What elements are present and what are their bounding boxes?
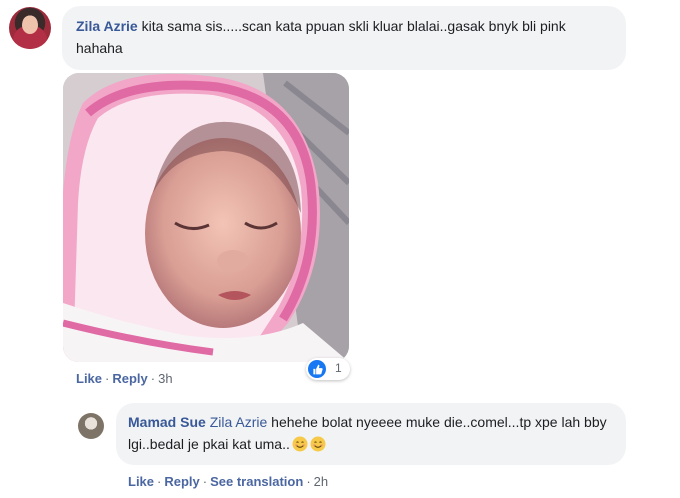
smiling-face-icon [310, 436, 326, 452]
reply-link[interactable]: Reply [164, 474, 199, 489]
comment-bubble: Zila Azrie kita sama sis.....scan kata p… [62, 6, 626, 70]
reply-avatar[interactable] [78, 413, 104, 439]
comment-photo[interactable] [63, 73, 349, 362]
separator-dot: · [157, 474, 162, 489]
thumbs-up-icon [308, 360, 326, 378]
reply-mention[interactable]: Zila Azrie [210, 414, 268, 430]
comment-author-name[interactable]: Zila Azrie [76, 18, 138, 34]
comment-avatar[interactable] [9, 7, 51, 49]
separator-dot: · [202, 474, 208, 489]
separator-dot: · [105, 371, 110, 386]
separator-dot: · [150, 371, 156, 386]
reaction-badge[interactable]: 1 [306, 358, 350, 380]
reply-bubble: Mamad Sue Zila Azrie hehehe bolat nyeeee… [116, 403, 626, 465]
like-link[interactable]: Like [76, 371, 102, 386]
reply-timestamp[interactable]: 2h [314, 474, 328, 489]
comment-text: kita sama sis.....scan kata ppuan skli k… [76, 18, 566, 56]
see-translation-link[interactable]: See translation [210, 474, 303, 489]
reply-link[interactable]: Reply [112, 371, 147, 386]
reaction-count: 1 [335, 361, 342, 375]
reply-author-name[interactable]: Mamad Sue [128, 414, 206, 430]
separator-dot: · [306, 474, 311, 489]
comment-actions: Like · Reply · 3h [76, 371, 173, 386]
comment-timestamp[interactable]: 3h [158, 371, 172, 386]
reply-actions: Like · Reply · See translation · 2h [128, 474, 328, 489]
like-link[interactable]: Like [128, 474, 154, 489]
smiling-face-icon [292, 436, 308, 452]
